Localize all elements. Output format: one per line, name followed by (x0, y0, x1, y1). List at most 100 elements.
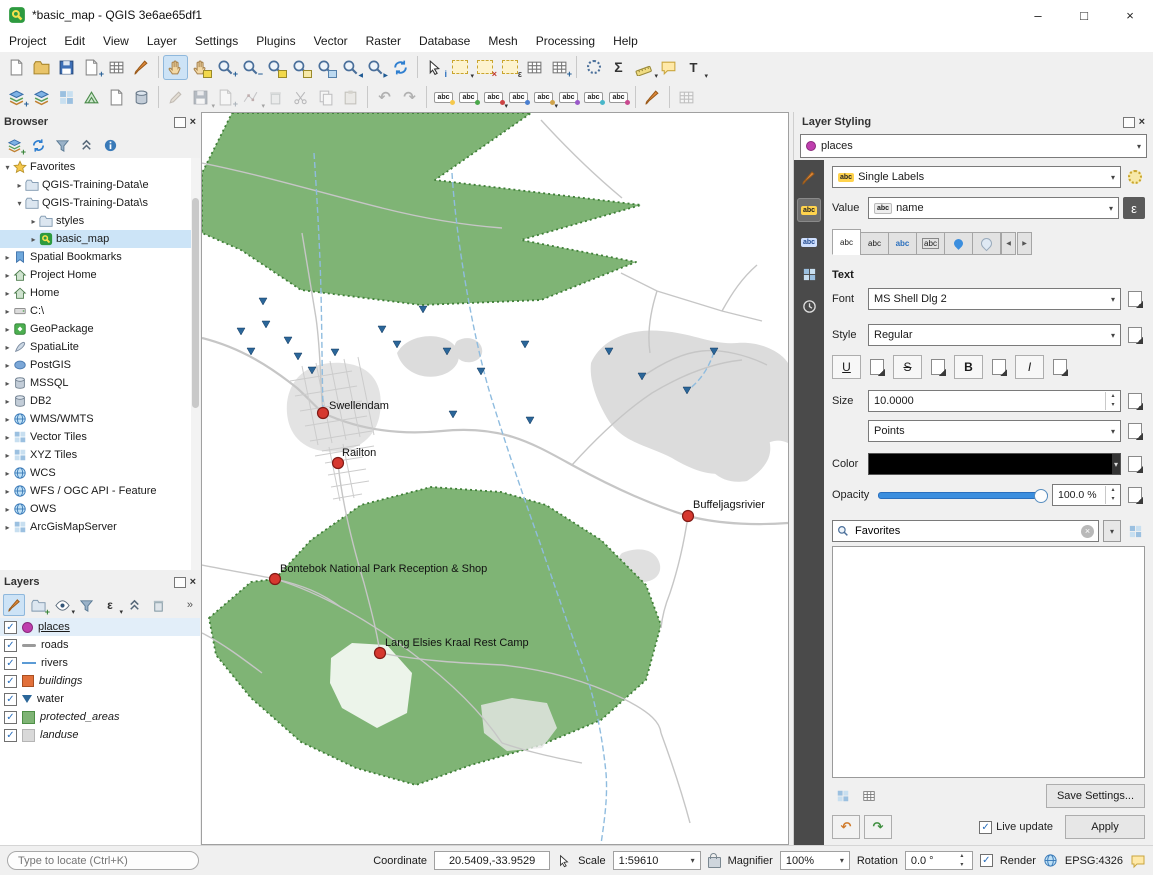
style-manager-button[interactable] (129, 55, 154, 80)
text-annotation-button[interactable]: T▾ (681, 55, 706, 80)
tab-callouts[interactable] (944, 232, 973, 255)
list-view-button[interactable] (858, 785, 880, 807)
expander-icon[interactable]: ▸ (2, 307, 13, 316)
deselect-features-button[interactable]: × (472, 55, 497, 80)
locate-box[interactable] (7, 851, 199, 870)
undock-panel-icon[interactable] (1123, 117, 1135, 128)
remove-layer-button[interactable] (147, 594, 169, 616)
undock-panel-icon[interactable] (174, 577, 186, 588)
expander-icon[interactable]: ▸ (28, 235, 39, 244)
open-project-button[interactable] (29, 55, 54, 80)
layer-checkbox[interactable]: ✓ (4, 729, 17, 742)
pan-map-button[interactable] (163, 55, 188, 80)
paste-features-button[interactable] (338, 85, 363, 110)
spin-up-icon[interactable]: ▴ (957, 852, 967, 861)
browser-item-postgis[interactable]: ▸PostGIS (0, 356, 200, 374)
tab-shadow[interactable] (972, 232, 1001, 255)
layer-row-water[interactable]: ✓water (0, 690, 200, 708)
automated-placement-button[interactable] (1125, 166, 1145, 188)
undo-button[interactable]: ↶ (372, 85, 397, 110)
italic-data-defined-button[interactable] (1050, 356, 1070, 378)
copy-features-button[interactable] (313, 85, 338, 110)
expander-icon[interactable]: ▸ (2, 325, 13, 334)
tab-text[interactable]: abc (832, 229, 861, 255)
expander-icon[interactable]: ▸ (2, 433, 13, 442)
browser-item-wms-wmts[interactable]: ▸WMS/WMTS (0, 410, 200, 428)
plugin-placeholder-button[interactable] (674, 85, 699, 110)
color-data-defined-button[interactable] (1125, 453, 1145, 475)
underline-data-defined-button[interactable] (867, 356, 887, 378)
browser-item-favorites[interactable]: ▾Favorites (0, 158, 200, 176)
font-select[interactable]: MS Shell Dlg 2 ▾ (868, 288, 1121, 310)
expander-icon[interactable]: ▸ (2, 271, 13, 280)
crs-globe-icon[interactable] (1043, 853, 1058, 868)
search-filter-dropdown[interactable]: ▾ (1103, 520, 1121, 542)
refresh-map-button[interactable] (388, 55, 413, 80)
expander-icon[interactable]: ▸ (2, 289, 13, 298)
tab-labels[interactable]: abc (797, 198, 821, 222)
rotation-spinbox[interactable]: 0.0 ° ▴▾ (905, 851, 973, 870)
add-group-button[interactable]: + (27, 594, 49, 616)
toolbar-overflow-icon[interactable]: » (187, 599, 197, 611)
dropdown-arrow-icon[interactable]: ▾ (1109, 427, 1117, 436)
clear-search-icon[interactable]: × (1081, 525, 1094, 538)
redo-button[interactable]: ↷ (397, 85, 422, 110)
opacity-slider[interactable] (878, 486, 1048, 504)
browser-item-project-home[interactable]: ▸Project Home (0, 266, 200, 284)
properties-widget-button[interactable] (99, 134, 121, 156)
zoom-to-layer-button[interactable] (313, 55, 338, 80)
minimize-button[interactable]: – (1015, 0, 1061, 30)
expander-icon[interactable]: ▸ (2, 397, 13, 406)
favorites-list[interactable] (832, 546, 1145, 778)
expander-icon[interactable]: ▸ (2, 469, 13, 478)
layer-row-places[interactable]: ✓places (0, 618, 200, 636)
style-data-defined-button[interactable] (1125, 324, 1145, 346)
menu-mesh[interactable]: Mesh (479, 31, 526, 51)
map-tips-button[interactable] (656, 55, 681, 80)
browser-item-xyz-tiles[interactable]: ▸XYZ Tiles (0, 446, 200, 464)
rotate-label-button[interactable]: abc (581, 85, 606, 110)
statistical-summary-button[interactable]: Σ (606, 55, 631, 80)
expander-icon[interactable]: ▾ (2, 163, 13, 172)
expand-collapse-all-button[interactable] (123, 594, 145, 616)
spin-down-icon[interactable]: ▾ (1106, 495, 1120, 504)
dropdown-arrow-icon[interactable]: ▾ (1109, 331, 1117, 340)
menu-plugins[interactable]: Plugins (247, 31, 304, 51)
move-label-button[interactable]: abc (556, 85, 581, 110)
expander-icon[interactable]: ▸ (2, 379, 13, 388)
browser-item-basic-map[interactable]: ▸basic_map (0, 230, 200, 248)
expander-icon[interactable]: ▸ (2, 451, 13, 460)
map-canvas[interactable]: Swellendam Railton Buffeljagsrivier Bont… (201, 112, 789, 845)
add-mesh-layer-button[interactable] (79, 85, 104, 110)
apply-button[interactable]: Apply (1065, 815, 1145, 839)
tab-formatting[interactable]: abc (860, 232, 889, 255)
refresh-browser-button[interactable] (27, 134, 49, 156)
expander-icon[interactable]: ▸ (2, 505, 13, 514)
layer-checkbox[interactable]: ✓ (4, 711, 17, 724)
symbol-settings-button[interactable] (1125, 520, 1145, 542)
layer-row-protected-areas[interactable]: ✓protected_areas (0, 708, 200, 726)
menu-layer[interactable]: Layer (138, 31, 186, 51)
strikethrough-button[interactable]: S (893, 355, 922, 379)
menu-raster[interactable]: Raster (357, 31, 410, 51)
browser-item-db2[interactable]: ▸DB2 (0, 392, 200, 410)
underline-button[interactable]: U (832, 355, 861, 379)
zoom-last-button[interactable]: ◀ (338, 55, 363, 80)
menu-help[interactable]: Help (604, 31, 647, 51)
browser-item-c-drive[interactable]: ▸C:\ (0, 302, 200, 320)
color-button[interactable]: ▾ (868, 453, 1121, 475)
vertex-tool-button[interactable]: ▾ (238, 85, 263, 110)
dropdown-arrow-icon[interactable]: ▾ (704, 72, 708, 80)
lock-scale-icon[interactable] (708, 857, 721, 868)
layer-checkbox[interactable]: ✓ (4, 621, 17, 634)
dropdown-arrow-icon[interactable]: ▾ (1109, 173, 1117, 182)
dropdown-arrow-icon[interactable]: ▾ (1112, 454, 1120, 474)
value-field-select[interactable]: abc name ▾ (868, 197, 1119, 219)
close-panel-icon[interactable]: × (190, 117, 196, 128)
bold-button[interactable]: B (954, 355, 983, 379)
locate-input[interactable] (16, 854, 190, 868)
strikethrough-data-defined-button[interactable] (928, 356, 948, 378)
browser-item-wfs[interactable]: ▸WFS / OGC API - Feature (0, 482, 200, 500)
tabs-scroll-left[interactable]: ◀ (1001, 232, 1016, 255)
save-project-button[interactable] (54, 55, 79, 80)
